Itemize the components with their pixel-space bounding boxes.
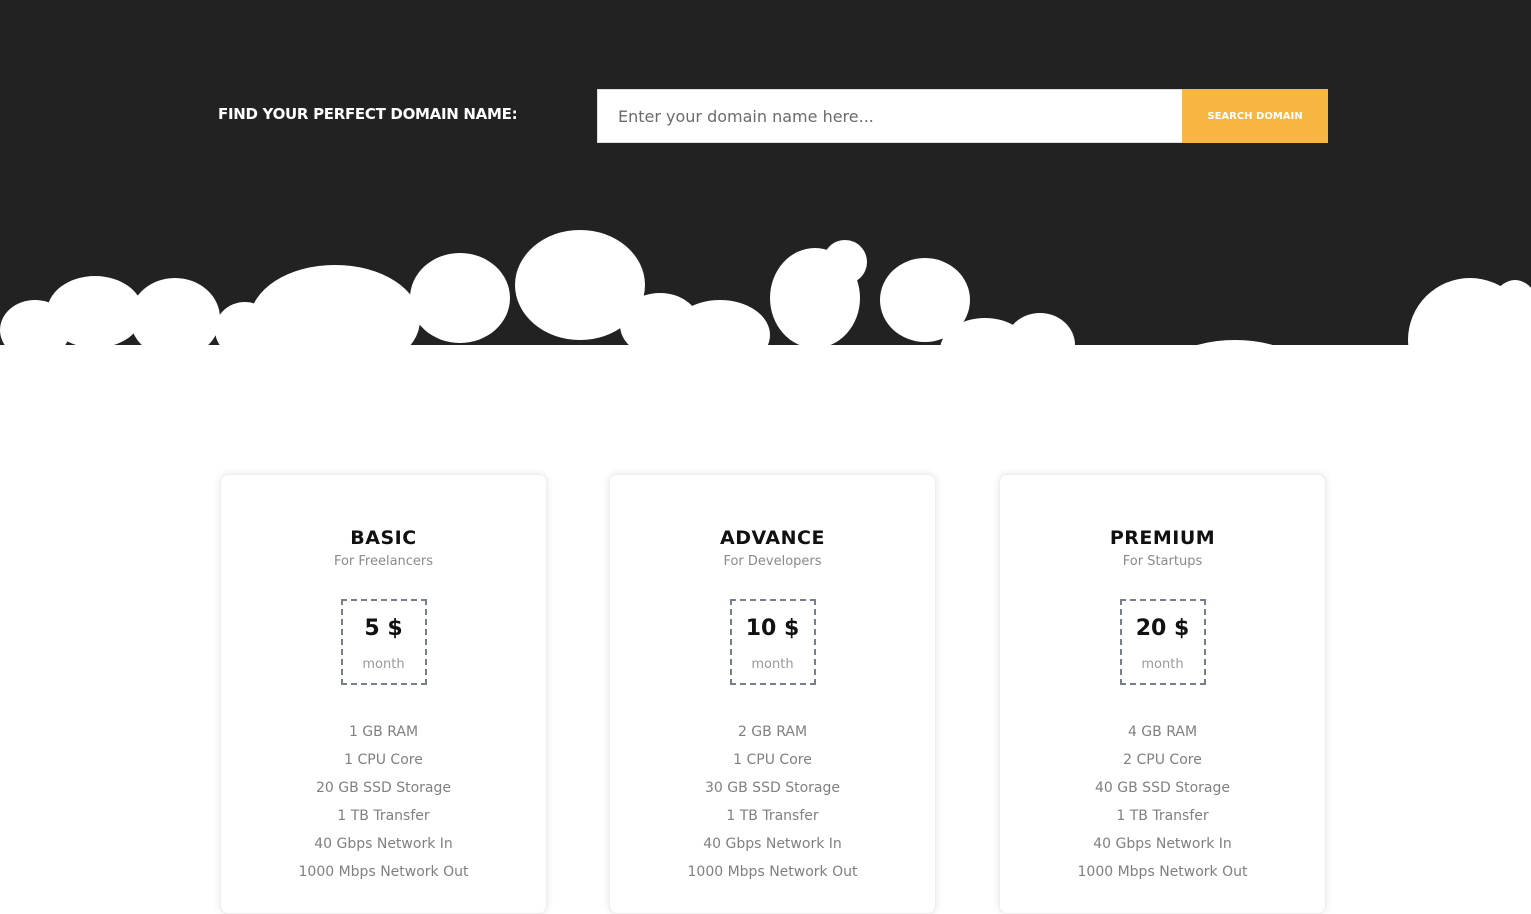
feature-item: 1 CPU Core — [733, 752, 812, 768]
feature-item: 1000 Mbps Network Out — [298, 864, 469, 880]
feature-item: 1 GB RAM — [348, 724, 419, 740]
feature-item: 1000 Mbps Network Out — [687, 864, 858, 880]
pricing-card-advance: ADVANCE For Developers 10 $ month 2 GB R… — [609, 474, 936, 914]
plan-name: BASIC — [350, 527, 417, 549]
feature-item: 20 GB SSD Storage — [316, 780, 451, 796]
price-period: month — [751, 657, 794, 672]
feature-item: 1 TB Transfer — [726, 808, 819, 824]
feature-item: 40 Gbps Network In — [1093, 836, 1232, 852]
plan-name: ADVANCE — [720, 527, 825, 549]
feature-item: 40 Gbps Network In — [314, 836, 453, 852]
feature-list: 4 GB RAM 2 CPU Core 40 GB SSD Storage 1 … — [1000, 718, 1325, 886]
feature-item: 1 TB Transfer — [337, 808, 430, 824]
plan-name: PREMIUM — [1109, 527, 1216, 549]
price-amount: 5 $ — [364, 616, 403, 641]
domain-search-input[interactable] — [597, 89, 1182, 143]
price-box: 20 $ month — [1119, 599, 1206, 685]
feature-item: 1 TB Transfer — [1116, 808, 1209, 824]
feature-item: 40 GB SSD Storage — [1095, 780, 1230, 796]
search-domain-button[interactable]: SEARCH DOMAIN — [1182, 89, 1328, 143]
price-period: month — [362, 657, 405, 672]
cloud-divider — [0, 230, 1531, 420]
price-amount: 20 $ — [1135, 616, 1190, 641]
feature-item: 2 GB RAM — [737, 724, 808, 740]
domain-search-label: FIND YOUR PERFECT DOMAIN NAME: — [218, 105, 518, 123]
pricing-card-basic: BASIC For Freelancers 5 $ month 1 GB RAM… — [220, 474, 547, 914]
plan-subtitle: For Startups — [1122, 554, 1203, 569]
feature-item: 1000 Mbps Network Out — [1077, 864, 1248, 880]
pricing-card-premium: PREMIUM For Startups 20 $ month 4 GB RAM… — [999, 474, 1326, 914]
price-box: 10 $ month — [729, 599, 816, 685]
domain-search-section: FIND YOUR PERFECT DOMAIN NAME: SEARCH DO… — [0, 0, 1531, 420]
feature-item: 4 GB RAM — [1127, 724, 1198, 740]
feature-item: 2 CPU Core — [1123, 752, 1202, 768]
feature-item: 40 Gbps Network In — [703, 836, 842, 852]
feature-list: 1 GB RAM 1 CPU Core 20 GB SSD Storage 1 … — [221, 718, 546, 886]
price-period: month — [1141, 657, 1184, 672]
plan-subtitle: For Freelancers — [333, 554, 434, 569]
price-box: 5 $ month — [340, 599, 427, 685]
feature-item: 30 GB SSD Storage — [705, 780, 840, 796]
feature-item: 1 CPU Core — [344, 752, 423, 768]
plan-subtitle: For Developers — [723, 554, 822, 569]
feature-list: 2 GB RAM 1 CPU Core 30 GB SSD Storage 1 … — [610, 718, 935, 886]
price-amount: 10 $ — [745, 616, 800, 641]
domain-search-form: SEARCH DOMAIN — [597, 89, 1328, 143]
